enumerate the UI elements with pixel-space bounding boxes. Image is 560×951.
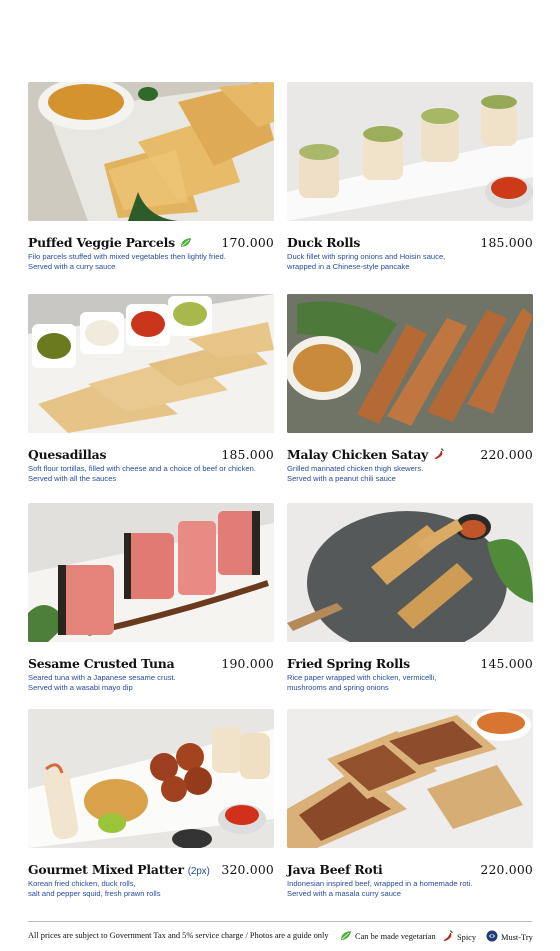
dish-price: 185.000 <box>480 235 533 250</box>
menu-item-gourmet-mixed-platter: Gourmet Mixed Platter (2px) 320.000 Korea… <box>28 709 274 898</box>
dish-description: Indonesian inspired beef, wrapped in a h… <box>287 879 473 898</box>
footer-divider <box>28 921 532 922</box>
dish-description: Rice paper wrapped with chicken, vermice… <box>287 673 437 692</box>
portion-note: (2px) <box>187 866 210 877</box>
dish-name: Gourmet Mixed Platter (2px) <box>28 862 210 877</box>
footer: All prices are subject to Government Tax… <box>28 930 533 944</box>
menu-item-puffed-veggie-parcels: Puffed Veggie Parcels 170.000 Filo parce… <box>28 82 274 271</box>
menu-item-duck-rolls: Duck Rolls 185.000 Duck fillet with spri… <box>287 82 533 271</box>
dish-price: 170.000 <box>221 235 274 250</box>
must-try-icon <box>486 930 498 944</box>
legend-vegetarian: Can be made vegetarian <box>340 930 436 943</box>
food-photo <box>28 503 274 642</box>
chili-icon <box>442 930 454 944</box>
dish-price: 220.000 <box>480 862 533 877</box>
food-photo <box>287 294 533 433</box>
dish-name: Sesame Crusted Tuna <box>28 656 175 671</box>
dish-description: Grilled marinated chicken thigh skewers.… <box>287 464 424 483</box>
menu-item-fried-spring-rolls: Fried Spring Rolls 145.000 Rice paper wr… <box>287 503 533 692</box>
dish-description: Duck fillet with spring onions and Hoisi… <box>287 252 446 271</box>
food-photo <box>28 294 274 433</box>
menu-item-sesame-crusted-tuna: Sesame Crusted Tuna 190.000 Seared tuna … <box>28 503 274 692</box>
dish-name: Quesadillas <box>28 447 107 462</box>
dish-price: 320.000 <box>221 862 274 877</box>
dish-description: Korean fried chicken, duck rolls, salt a… <box>28 879 161 898</box>
dish-name: Duck Rolls <box>287 235 361 250</box>
leaf-icon <box>180 236 192 251</box>
dish-price: 185.000 <box>221 447 274 462</box>
dish-price: 190.000 <box>221 656 274 671</box>
dish-description: Filo parcels stuffed with mixed vegetabl… <box>28 252 226 271</box>
legend-must-try: Must-Try <box>486 930 533 944</box>
footer-note: All prices are subject to Government Tax… <box>28 931 329 940</box>
dish-price: 220.000 <box>480 447 533 462</box>
food-photo <box>287 503 533 642</box>
food-photo <box>28 709 274 848</box>
legend-must-try-label: Must-Try <box>501 932 533 942</box>
dish-name: Malay Chicken Satay <box>287 447 445 463</box>
dish-price: 145.000 <box>480 656 533 671</box>
legend-spicy-label: Spicy <box>457 932 477 942</box>
leaf-icon <box>340 930 352 943</box>
food-photo <box>287 82 533 221</box>
menu-item-java-beef-roti: Java Beef Roti 220.000 Indonesian inspir… <box>287 709 533 898</box>
dish-name: Java Beef Roti <box>287 862 383 877</box>
legend-spicy: Spicy <box>442 930 476 944</box>
dish-name: Fried Spring Rolls <box>287 656 410 671</box>
dish-name: Puffed Veggie Parcels <box>28 235 192 251</box>
chili-icon <box>433 448 445 463</box>
menu-item-malay-chicken-satay: Malay Chicken Satay 220.000 Grilled mari… <box>287 294 533 483</box>
food-photo <box>287 709 533 848</box>
dish-description: Soft flour tortillas, filled with cheese… <box>28 464 256 483</box>
legend-vegetarian-label: Can be made vegetarian <box>355 932 436 941</box>
dish-description: Seared tuna with a Japanese sesame crust… <box>28 673 176 692</box>
food-photo <box>28 82 274 221</box>
menu-item-quesadillas: Quesadillas 185.000 Soft flour tortillas… <box>28 294 274 483</box>
